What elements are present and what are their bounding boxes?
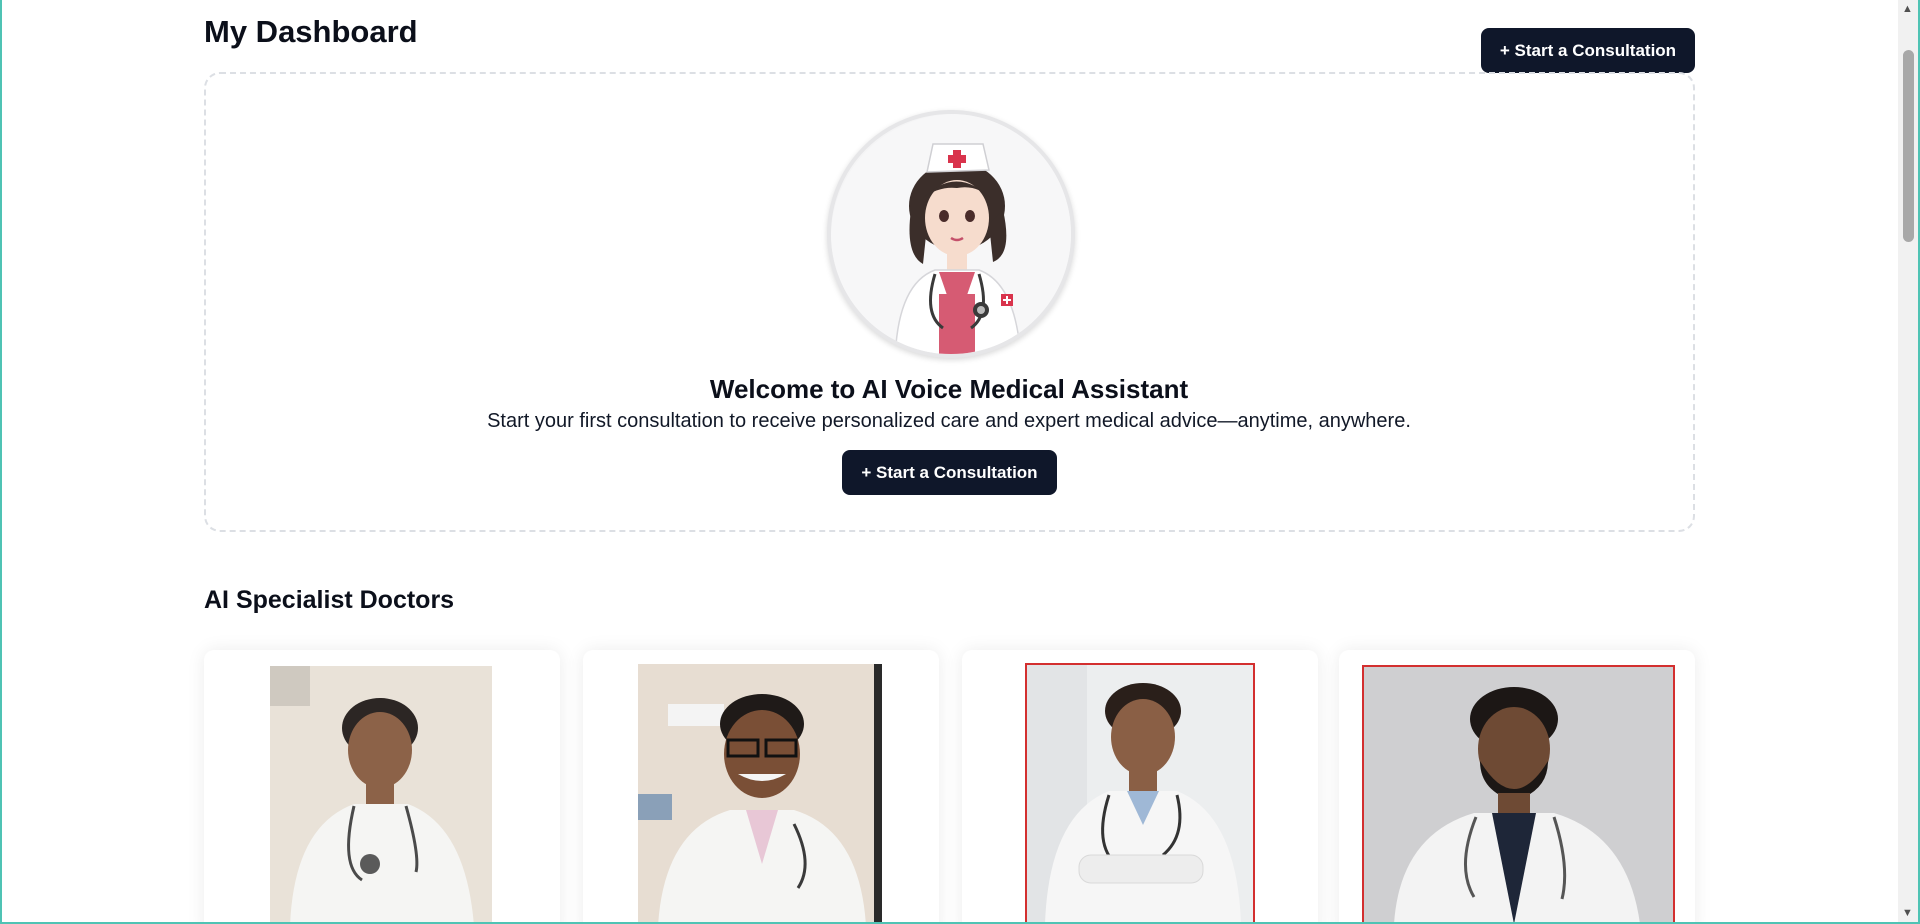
doctor-photo-1 [270,666,492,924]
nurse-avatar [827,110,1075,358]
welcome-title: Welcome to AI Voice Medical Assistant [709,374,1189,404]
doctor-card[interactable] [1339,650,1695,924]
doctor-card[interactable] [962,650,1318,924]
doctor-photo-3 [1025,663,1255,924]
dashboard-page: My Dashboard + Start a Consultation Welc… [0,0,1898,924]
welcome-subtitle: Start your first consultation to receive… [487,410,1411,432]
nurse-illustration-icon [831,114,1071,354]
scroll-down-arrow-icon[interactable]: ▼ [1902,908,1913,919]
page-title: My Dashboard [204,14,418,49]
start-consultation-button-center[interactable]: + Start a Consultation [842,450,1057,495]
doctor-photo-2 [638,664,882,924]
scroll-up-arrow-icon[interactable]: ▲ [1902,4,1913,15]
specialists-section-title: AI Specialist Doctors [204,586,455,614]
doctor-card[interactable] [204,650,560,924]
vertical-scrollbar[interactable]: ▲ ▼ [1898,0,1918,924]
doctor-photo-4 [1362,665,1675,924]
scrollbar-thumb[interactable] [1903,50,1914,242]
start-consultation-button[interactable]: + Start a Consultation [1481,28,1695,73]
doctor-card[interactable] [583,650,939,924]
